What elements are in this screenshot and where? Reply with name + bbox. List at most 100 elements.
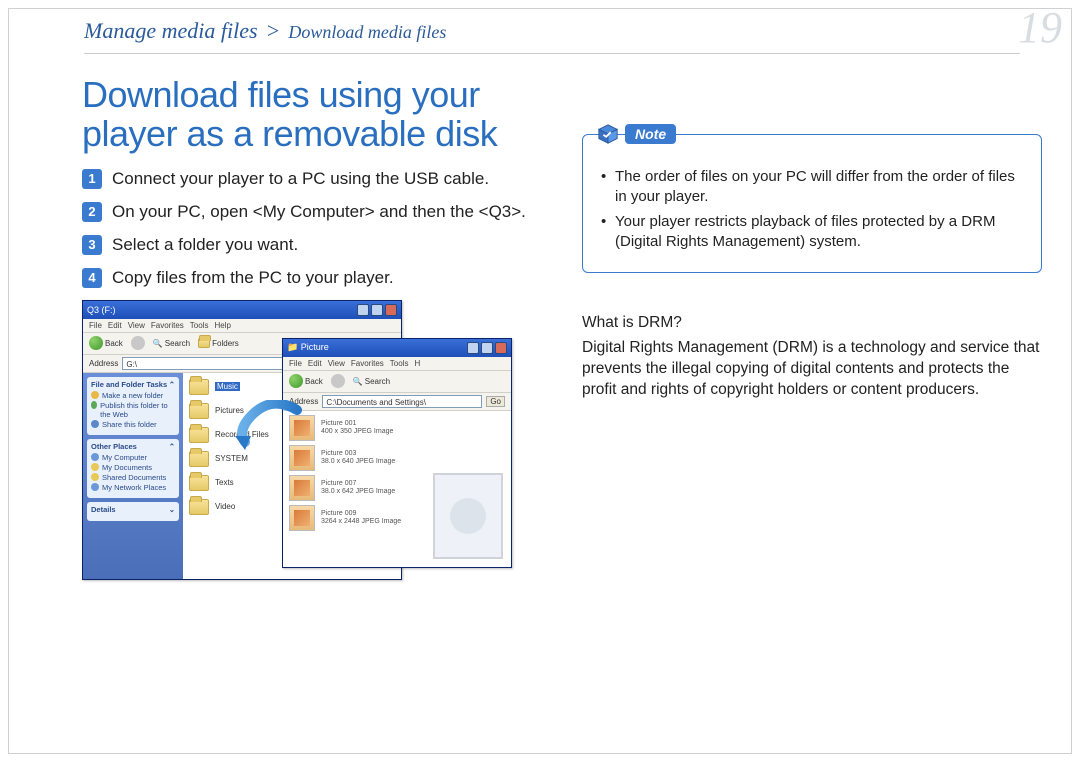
step-number: 2 — [82, 202, 102, 222]
step-text: Connect your player to a PC using the US… — [112, 168, 489, 191]
folder-label: Pictures — [215, 406, 244, 415]
step-number: 3 — [82, 235, 102, 255]
step-item: 1 Connect your player to a PC using the U… — [82, 168, 542, 191]
close-icon — [385, 304, 397, 316]
go-button: Go — [486, 396, 505, 407]
thumb-name: Picture 003 — [321, 450, 395, 458]
window-titlebar: 📁 Picture — [283, 339, 511, 357]
menu-item: View — [128, 321, 145, 330]
toolbar-back: Back — [305, 377, 323, 386]
other-item: My Network Places — [102, 483, 166, 492]
step-text: Select a folder you want. — [112, 234, 298, 257]
menu-item: Favorites — [351, 359, 384, 368]
minimize-icon — [357, 304, 369, 316]
window-menu: File Edit View Favorites Tools Help — [83, 319, 401, 333]
address-value: C:\Documents and Settings\ — [322, 395, 482, 408]
thumb-meta: 3264 x 2448 JPEG Image — [321, 518, 401, 526]
other-item: My Documents — [102, 463, 152, 472]
task-item: Make a new folder — [102, 391, 163, 400]
menu-item: Edit — [108, 321, 122, 330]
folder-label: Texts — [215, 478, 234, 487]
details-header: Details — [91, 505, 116, 514]
step-item: 4 Copy files from the PC to your player. — [82, 267, 542, 290]
menu-item: Tools — [390, 359, 409, 368]
breadcrumb-secondary: Download media files — [288, 22, 446, 42]
thumb-meta: 400 x 350 JPEG Image — [321, 428, 393, 436]
steps-list: 1 Connect your player to a PC using the U… — [82, 168, 542, 290]
back-icon — [289, 374, 303, 388]
thumb-name: Picture 007 — [321, 480, 395, 488]
address-label: Address — [89, 359, 118, 368]
toolbar-folders: Folders — [212, 339, 239, 348]
menu-item: Favorites — [151, 321, 184, 330]
other-item: My Computer — [102, 453, 147, 462]
thumb-name: Picture 001 — [321, 420, 393, 428]
toolbar-search: Search — [165, 339, 190, 348]
folder-icon — [189, 451, 209, 467]
breadcrumb-primary: Manage media files — [84, 18, 258, 43]
step-text: On your PC, open <My Computer> and then … — [112, 201, 526, 224]
minimize-icon — [467, 342, 479, 354]
toolbar-search: Search — [365, 377, 390, 386]
step-item: 2 On your PC, open <My Computer> and then… — [82, 201, 542, 224]
menu-item: File — [289, 359, 302, 368]
folder-icon — [189, 403, 209, 419]
tasks-header: File and Folder Tasks — [91, 380, 167, 389]
step-number: 1 — [82, 169, 102, 189]
window-toolbar: Back 🔍Search — [283, 371, 511, 393]
note-cube-icon — [597, 123, 619, 145]
step-item: 3 Select a folder you want. — [82, 234, 542, 257]
left-column: Download files using your player as a re… — [82, 76, 542, 600]
right-column: Note The order of files on your PC will … — [582, 134, 1042, 401]
drm-question: What is DRM? — [582, 313, 1042, 334]
folder-icon: 📁 — [287, 342, 298, 352]
folder-label: Music — [215, 382, 240, 391]
folder-icon — [189, 475, 209, 491]
note-label: Note — [625, 124, 676, 144]
forward-icon — [131, 336, 145, 350]
other-places-header: Other Places — [91, 442, 137, 451]
sidebar-tasks: File and Folder Tasks⌃ Make a new folder… — [83, 373, 183, 579]
window-titlebar: Q3 (F:) — [83, 301, 401, 319]
image-thumbnail — [289, 505, 315, 531]
back-icon — [89, 336, 103, 350]
folder-label: Video — [215, 502, 235, 511]
thumb-meta: 38.0 x 640 JPEG Image — [321, 458, 395, 466]
menu-item: Edit — [308, 359, 322, 368]
folder-label: Recorded Files — [215, 430, 269, 439]
folder-label: SYSTEM — [215, 454, 248, 463]
menu-item: Help — [214, 321, 230, 330]
explorer-window-picture: 📁 Picture File Edit View Favorites Tools… — [282, 338, 512, 568]
other-item: Shared Documents — [102, 473, 166, 482]
page-title: Download files using your player as a re… — [82, 76, 542, 154]
thumb-name: Picture 009 — [321, 510, 401, 518]
drm-section: What is DRM? Digital Rights Management (… — [582, 313, 1042, 401]
note-box: Note The order of files on your PC will … — [582, 134, 1042, 273]
window-title: Q3 (F:) — [87, 305, 116, 315]
thumb-meta: 38.0 x 642 JPEG Image — [321, 488, 395, 496]
step-number: 4 — [82, 268, 102, 288]
preview-placeholder-icon — [450, 498, 486, 534]
menu-item: H — [414, 359, 420, 368]
note-item: Your player restricts playback of files … — [601, 212, 1023, 253]
note-item: The order of files on your PC will diffe… — [601, 167, 1023, 208]
drm-answer: Digital Rights Management (DRM) is a tec… — [582, 338, 1042, 401]
menu-item: View — [328, 359, 345, 368]
image-thumbnail — [289, 415, 315, 441]
maximize-icon — [481, 342, 493, 354]
task-item: Share this folder — [102, 420, 157, 429]
search-icon: 🔍 — [353, 377, 363, 386]
window-address-bar: Address C:\Documents and Settings\ Go — [283, 393, 511, 411]
breadcrumb: Manage media files > Download media file… — [84, 18, 1020, 54]
folders-icon — [198, 338, 210, 348]
folder-icon — [189, 427, 209, 443]
image-thumbnail — [289, 445, 315, 471]
window-title: Picture — [301, 342, 329, 352]
image-thumbnail — [289, 475, 315, 501]
folder-icon — [189, 379, 209, 395]
forward-icon — [331, 374, 345, 388]
window-body: Picture 001400 x 350 JPEG Image Picture … — [283, 411, 511, 567]
maximize-icon — [371, 304, 383, 316]
step-text: Copy files from the PC to your player. — [112, 267, 394, 290]
menu-item: File — [89, 321, 102, 330]
